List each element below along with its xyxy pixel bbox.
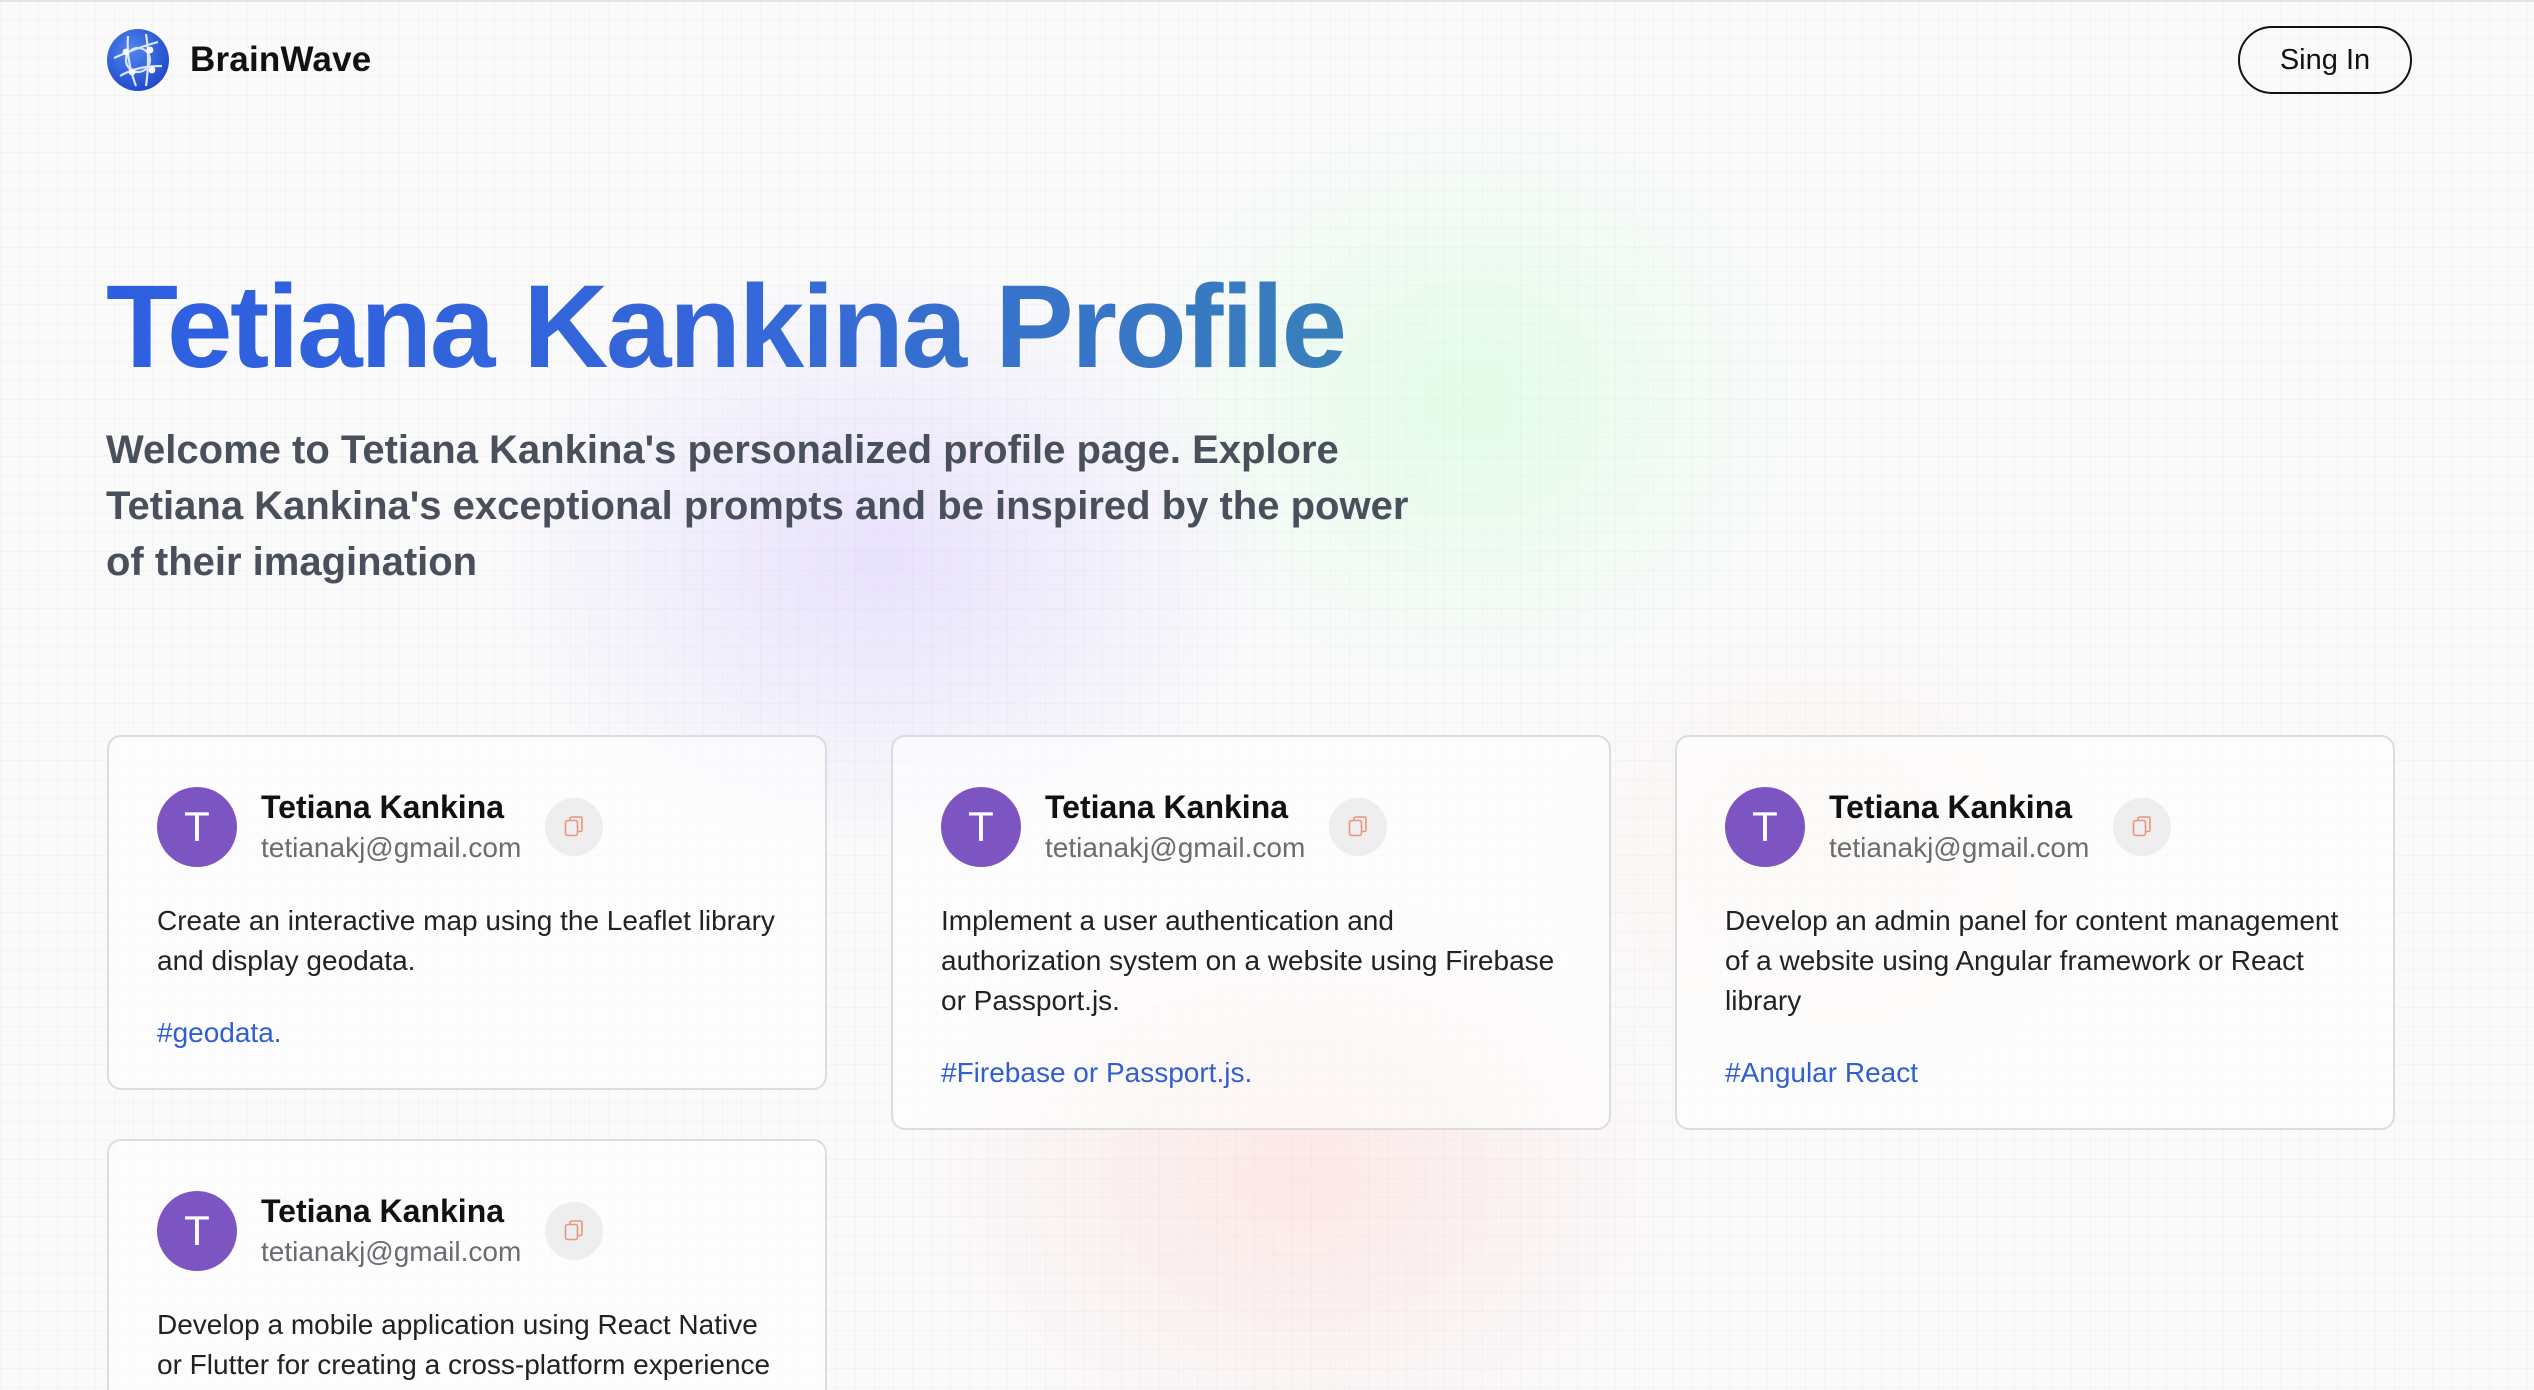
author-email: tetianakj@gmail.com	[1829, 832, 2090, 863]
author-info: Tetiana Kankina tetianakj@gmail.com	[1829, 787, 2089, 867]
prompt-tag[interactable]: #geodata.	[157, 1013, 777, 1053]
copy-button[interactable]	[1329, 798, 1388, 856]
brand-link[interactable]: BrainWave	[106, 28, 371, 92]
copy-icon	[565, 1220, 584, 1241]
card-header: T Tetiana Kankina tetianakj@gmail.com	[1725, 787, 2345, 867]
prompt-text: Create an interactive map using the Leaf…	[157, 905, 775, 976]
avatar[interactable]: T	[941, 787, 1021, 867]
author-email: tetianakj@gmail.com	[261, 832, 522, 863]
author-name[interactable]: Tetiana Kankina	[1045, 787, 1305, 827]
sign-in-button[interactable]: Sing In	[2238, 26, 2412, 94]
author-info: Tetiana Kankina tetianakj@gmail.com	[261, 787, 521, 867]
avatar[interactable]: T	[157, 1191, 237, 1271]
prompt-card[interactable]: T Tetiana Kankina tetianakj@gmail.com Im…	[891, 735, 1611, 1130]
copy-icon	[565, 816, 584, 837]
author-email: tetianakj@gmail.com	[1045, 832, 1306, 863]
copy-button[interactable]	[2113, 798, 2172, 856]
profile-hero: Tetiana Kankina Profile Welcome to Tetia…	[106, 262, 1506, 590]
prompt-tag[interactable]: #Firebase or Passport.js.	[941, 1053, 1561, 1093]
prompt-text: Develop an admin panel for content manag…	[1725, 905, 2339, 1016]
globe-network-icon	[107, 29, 169, 91]
page-title: Tetiana Kankina Profile	[106, 262, 1506, 392]
prompt-text: Develop a mobile application using React…	[157, 1309, 771, 1380]
copy-button[interactable]	[545, 798, 604, 856]
author-info: Tetiana Kankina tetianakj@gmail.com	[1045, 787, 1305, 867]
prompt-card[interactable]: T Tetiana Kankina tetianakj@gmail.com De…	[107, 1139, 827, 1390]
page-description: Welcome to Tetiana Kankina's personalize…	[106, 428, 1409, 584]
card-header: T Tetiana Kankina tetianakj@gmail.com	[941, 787, 1561, 867]
avatar[interactable]: T	[1725, 787, 1805, 867]
author-info: Tetiana Kankina tetianakj@gmail.com	[261, 1191, 521, 1271]
top-navbar: BrainWave Sing In	[106, 26, 2412, 94]
avatar[interactable]: T	[157, 787, 237, 867]
author-name[interactable]: Tetiana Kankina	[261, 1191, 521, 1231]
copy-button[interactable]	[545, 1202, 604, 1260]
prompt-card[interactable]: T Tetiana Kankina tetianakj@gmail.com De…	[1675, 735, 2395, 1130]
prompt-tag[interactable]: #Angular React	[1725, 1053, 2345, 1093]
author-name[interactable]: Tetiana Kankina	[1829, 787, 2089, 827]
prompt-card[interactable]: T Tetiana Kankina tetianakj@gmail.com Cr…	[107, 735, 827, 1090]
card-header: T Tetiana Kankina tetianakj@gmail.com	[157, 787, 777, 867]
author-name[interactable]: Tetiana Kankina	[261, 787, 521, 827]
top-border	[0, 0, 2534, 2]
copy-icon	[2133, 816, 2152, 837]
brand-name: BrainWave	[190, 40, 372, 79]
prompt-text: Implement a user authentication and auth…	[941, 905, 1555, 1016]
card-header: T Tetiana Kankina tetianakj@gmail.com	[157, 1191, 777, 1271]
author-email: tetianakj@gmail.com	[261, 1236, 522, 1267]
copy-icon	[1349, 816, 1368, 837]
